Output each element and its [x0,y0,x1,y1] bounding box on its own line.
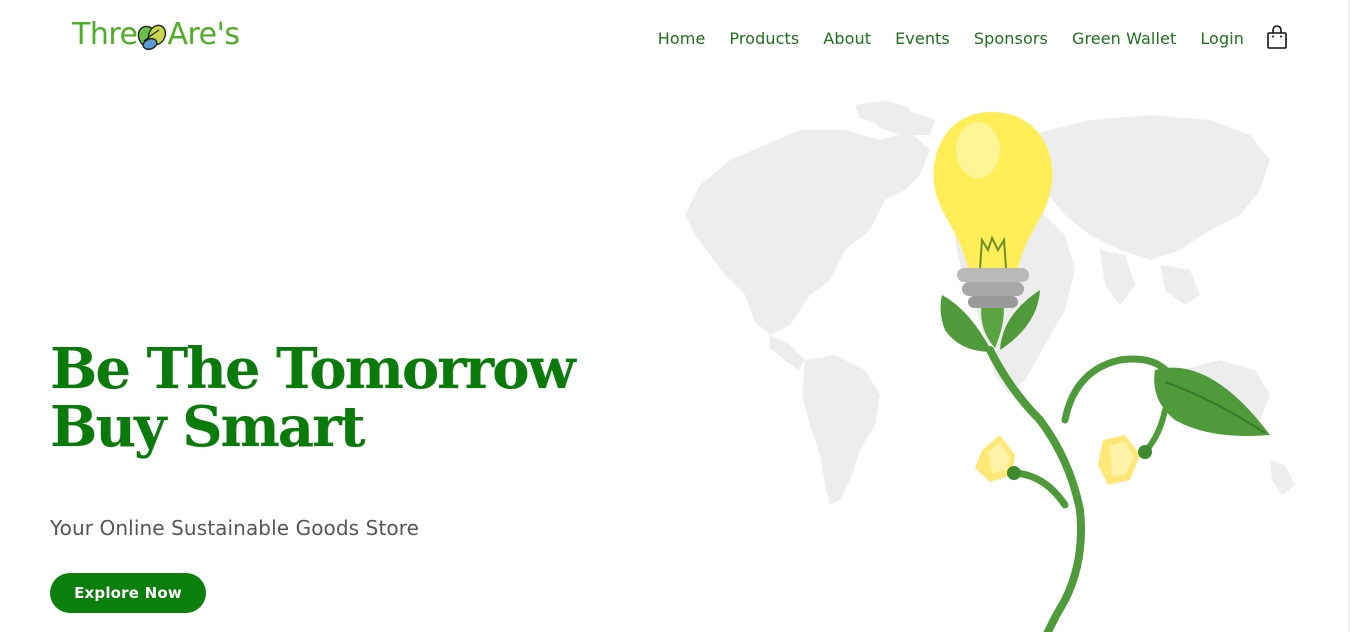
recycle-leaves-icon [135,19,169,53]
hero-subtitle: Your Online Sustainable Goods Store [50,516,420,540]
hero-title-line2: Buy Smart [50,394,365,460]
nav-products[interactable]: Products [729,28,799,50]
brand-logo[interactable]: Thre Are's [72,14,240,56]
logo-text-left: Thre [72,17,138,52]
landing-page: Thre Are's Home Products About Events Sp… [0,0,1350,632]
main-nav: Home Products About Events Sponsors Gree… [658,28,1244,50]
nav-sponsors[interactable]: Sponsors [974,28,1048,50]
nav-home[interactable]: Home [658,28,706,50]
logo-text-right: Are's [167,17,240,52]
hero-title-line1: Be The Tomorrow [50,336,576,402]
shopping-bag-icon[interactable] [1266,24,1288,50]
flower-right-icon [1098,435,1152,485]
nav-green-wallet[interactable]: Green Wallet [1072,28,1176,50]
world-map-lightbulb-plant-icon [670,90,1320,632]
nav-about[interactable]: About [823,28,871,50]
explore-now-button[interactable]: Explore Now [50,573,206,613]
nav-login[interactable]: Login [1200,28,1244,50]
flower-left-icon [975,435,1021,482]
hero-title: Be The Tomorrow Buy Smart [50,336,576,460]
nav-events[interactable]: Events [895,28,950,50]
